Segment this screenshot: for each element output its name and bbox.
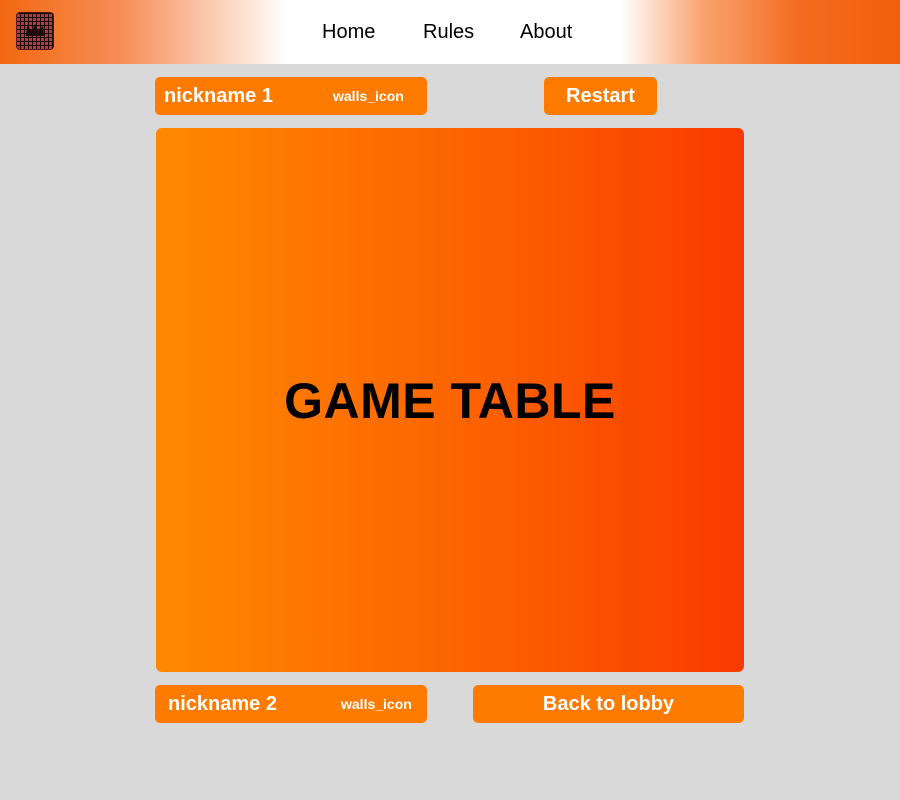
header-bar: Home Rules About (0, 0, 900, 64)
back-to-lobby-button[interactable]: Back to lobby (473, 685, 744, 723)
player-1-panel: nickname 1 walls_icon (155, 77, 427, 115)
game-table-label: GAME TABLE (284, 373, 616, 429)
nav-rules-link[interactable]: Rules (423, 0, 474, 64)
player-2-walls-icon: walls_icon (341, 696, 412, 712)
player-1-nickname: nickname 1 (164, 85, 273, 107)
crown-icon (26, 24, 44, 36)
nav-home-link[interactable]: Home (322, 0, 375, 64)
player-2-nickname: nickname 2 (168, 693, 277, 715)
game-board-logo-icon[interactable] (16, 12, 54, 50)
player-2-panel: nickname 2 walls_icon (155, 685, 427, 723)
nav-about-link[interactable]: About (520, 0, 572, 64)
restart-button[interactable]: Restart (544, 77, 657, 115)
game-table[interactable]: GAME TABLE (156, 128, 744, 672)
player-1-walls-icon: walls_icon (333, 88, 404, 104)
